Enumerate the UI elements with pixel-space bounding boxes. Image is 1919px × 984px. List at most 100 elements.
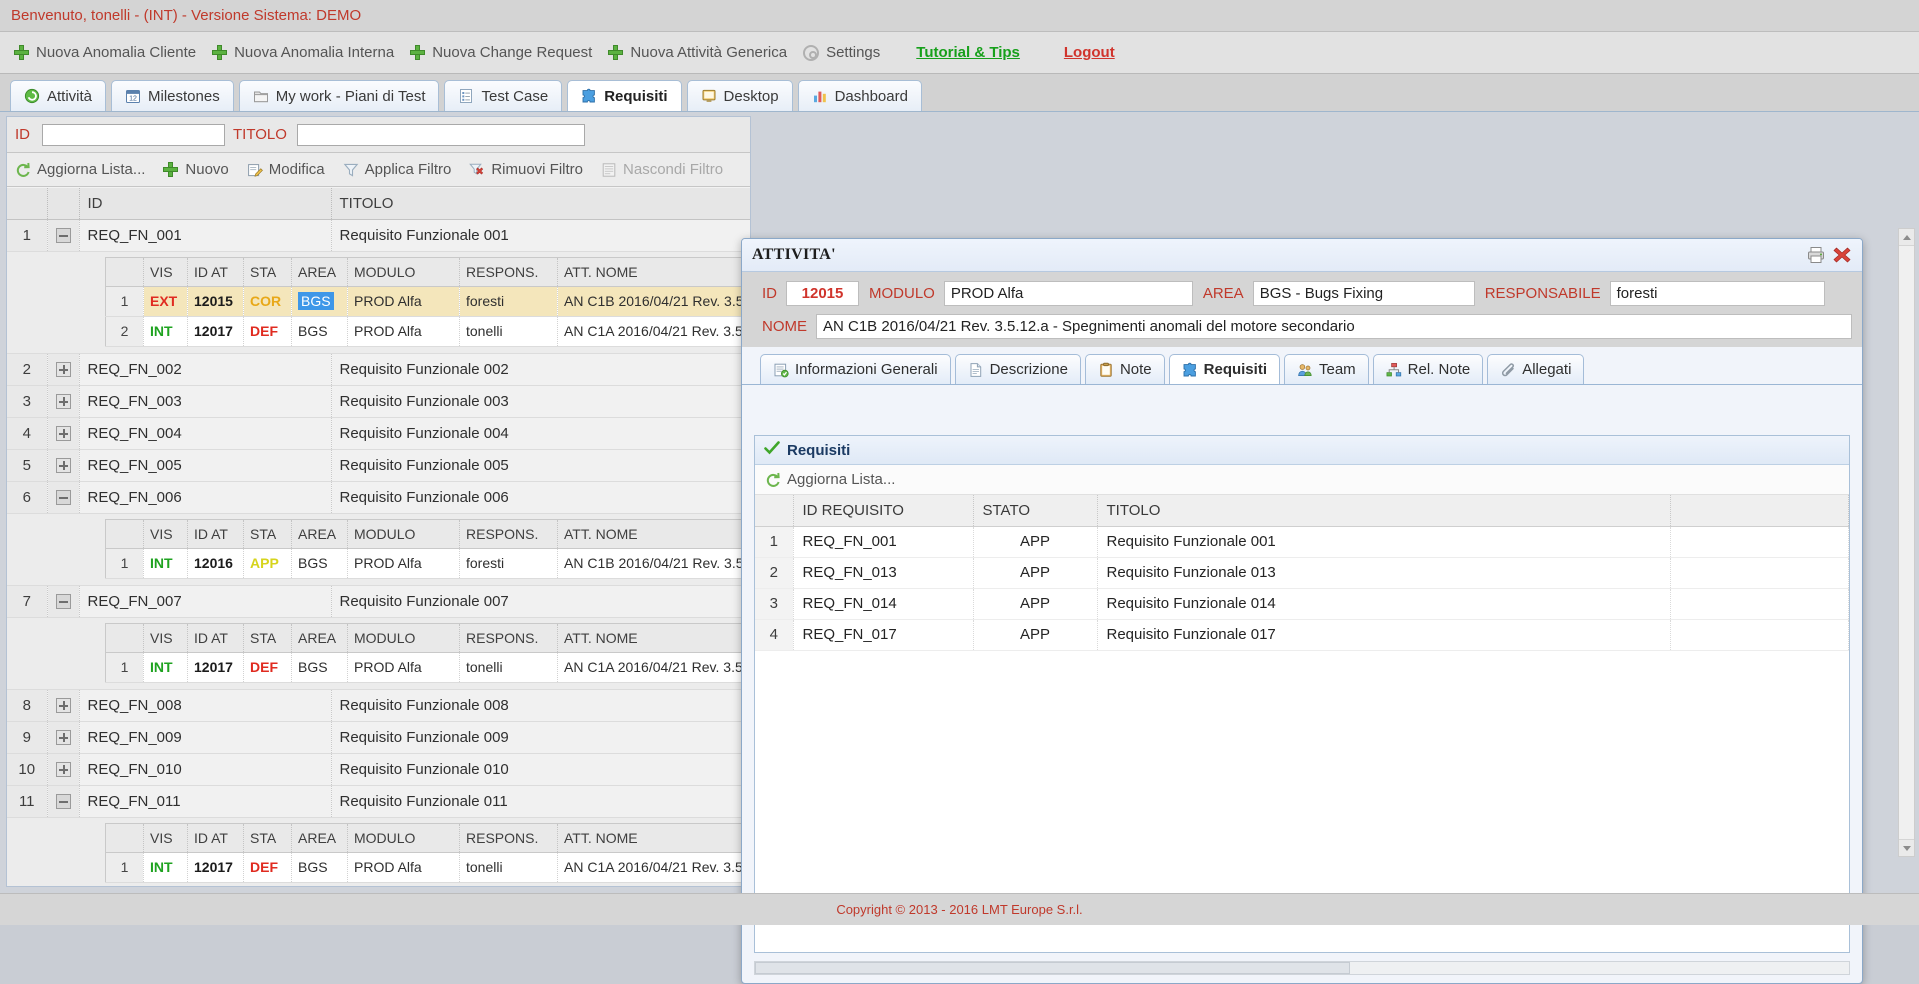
sub-row-number: 1: [105, 652, 144, 683]
table-row[interactable]: 11 REQ_FN_011 Requisito Funzionale 011: [7, 785, 750, 818]
dialog-tab-rel-note[interactable]: Rel. Note: [1372, 354, 1484, 384]
logout-link[interactable]: Logout: [1042, 44, 1137, 61]
tab-dashboard[interactable]: Dashboard: [797, 80, 922, 111]
dialog-tab-team[interactable]: Team: [1283, 354, 1369, 384]
collapse-icon[interactable]: [55, 594, 71, 610]
row-expander[interactable]: [47, 449, 80, 482]
sub-table-row[interactable]: 2 INT 12017 DEF BGS PROD Alfa tonelli AN C1A 20…: [105, 316, 750, 347]
command-nuovo[interactable]: Nuovo: [163, 161, 246, 178]
collapse-icon[interactable]: [55, 228, 71, 244]
action-4[interactable]: Nuova Attività Generica: [606, 44, 801, 61]
table-row[interactable]: 4 REQ_FN_004 Requisito Funzionale 004: [7, 417, 750, 450]
scroll-up-button[interactable]: [1899, 229, 1914, 246]
dialog-table-row[interactable]: 3 REQ_FN_014 APP Requisito Funzionale 014: [755, 588, 1849, 620]
dialog-table-row[interactable]: 2 REQ_FN_013 APP Requisito Funzionale 013: [755, 557, 1849, 589]
sub-cell-sta: DEF: [243, 316, 292, 347]
dialog-table-row[interactable]: 1 REQ_FN_001 APP Requisito Funzionale 001: [755, 526, 1849, 558]
action-3[interactable]: Nuova Change Request: [408, 44, 606, 61]
dialog-titlebar[interactable]: ATTIVITA': [742, 239, 1862, 272]
dialog-horizontal-scrollbar[interactable]: [754, 961, 1850, 975]
dialog-area-value[interactable]: BGS - Bugs Fixing: [1252, 281, 1475, 306]
requirements-grid-scroll[interactable]: ID TITOLO 1 REQ_FN_001 Requisito Funzional…: [7, 188, 750, 886]
expand-icon[interactable]: [55, 426, 71, 442]
table-row[interactable]: 6 REQ_FN_006 Requisito Funzionale 006: [7, 481, 750, 514]
action-label: Nuova Anomalia Cliente: [36, 44, 197, 61]
table-row[interactable]: 2 REQ_FN_002 Requisito Funzionale 002: [7, 353, 750, 386]
filter-id-input[interactable]: [42, 123, 225, 146]
command-modifica[interactable]: Modifica: [247, 161, 343, 178]
cell-titolo: Requisito Funzionale 005: [331, 449, 750, 482]
tab-test-case[interactable]: Test Case: [444, 80, 563, 111]
table-row[interactable]: 5 REQ_FN_005 Requisito Funzionale 005: [7, 449, 750, 482]
expand-icon[interactable]: [55, 762, 71, 778]
info-icon: [773, 362, 789, 378]
sub-table-cell: VIS ID AT STA AREA MODULO RESPONS. ATT. NOME 1 I…: [7, 617, 750, 690]
dialog-table-row[interactable]: 4 REQ_FN_017 APP Requisito Funzionale 017: [755, 619, 1849, 651]
command-applica-filtro[interactable]: Applica Filtro: [343, 161, 470, 178]
printer-icon[interactable]: [1806, 245, 1826, 265]
action-1[interactable]: Nuova Anomalia Cliente: [12, 44, 210, 61]
sub-table-row[interactable]: 1 INT 12017 DEF BGS PROD Alfa tonelli AN C1A 20…: [105, 852, 750, 883]
dialog-scroll-thumb[interactable]: [755, 962, 1350, 974]
row-expander[interactable]: [47, 353, 80, 386]
sub-table-row[interactable]: 1 INT 12016 APP BGS PROD Alfa foresti AN C1B 20…: [105, 548, 750, 579]
sub-cell-vis: INT: [143, 852, 188, 883]
collapse-icon[interactable]: [55, 794, 71, 810]
tab-label: Test Case: [481, 87, 549, 105]
tab-milestones[interactable]: 12 Milestones: [111, 80, 234, 111]
sub-table-row[interactable]: 1 EXT 12015 COR BGS PROD Alfa foresti AN C1B 20…: [105, 286, 750, 317]
scroll-down-button[interactable]: [1899, 839, 1914, 856]
row-expander[interactable]: [47, 721, 80, 754]
tab-attivit[interactable]: Attività: [10, 80, 107, 111]
dialog-tab-descrizione[interactable]: Descrizione: [954, 354, 1081, 384]
dialog-tab-note[interactable]: Note: [1084, 354, 1165, 384]
sub-table-cell: VIS ID AT STA AREA MODULO RESPONS. ATT. NOME 1 I…: [7, 817, 750, 886]
tab-desktop[interactable]: Desktop: [686, 80, 793, 111]
tutorial-tips-link[interactable]: Tutorial & Tips: [894, 44, 1042, 61]
expand-icon[interactable]: [55, 698, 71, 714]
dialog-tab-requisiti[interactable]: Requisiti: [1168, 354, 1280, 384]
row-expander[interactable]: [47, 385, 80, 418]
dialog-aggiorna-lista-button[interactable]: Aggiorna Lista...: [765, 471, 913, 488]
page-vertical-scrollbar[interactable]: [1898, 228, 1915, 857]
row-expander[interactable]: [47, 417, 80, 450]
command-rimuovi-filtro[interactable]: Rimuovi Filtro: [469, 161, 601, 178]
expand-icon[interactable]: [55, 394, 71, 410]
sub-table-row[interactable]: 1 INT 12017 DEF BGS PROD Alfa tonelli AN C1A 20…: [105, 652, 750, 683]
command-aggiorna-lista[interactable]: Aggiorna Lista...: [15, 161, 163, 178]
collapse-icon[interactable]: [55, 490, 71, 506]
row-expander[interactable]: [47, 219, 80, 252]
table-row[interactable]: 10 REQ_FN_010 Requisito Funzionale 010: [7, 753, 750, 786]
table-row[interactable]: 7 REQ_FN_007 Requisito Funzionale 007: [7, 585, 750, 618]
dialog-tab-informazioni-generali[interactable]: Informazioni Generali: [760, 354, 951, 384]
dialog-responsabile-value[interactable]: foresti: [1609, 281, 1825, 306]
dialog-modulo-value[interactable]: PROD Alfa: [943, 281, 1193, 306]
action-2[interactable]: Nuova Anomalia Interna: [210, 44, 408, 61]
filter-titolo-input[interactable]: [296, 123, 585, 146]
expand-icon[interactable]: [55, 458, 71, 474]
close-icon[interactable]: [1832, 245, 1852, 265]
cell-id: REQ_FN_004: [79, 417, 332, 450]
dialog-nome-label: NOME: [762, 318, 807, 335]
expand-icon[interactable]: [55, 730, 71, 746]
row-number: 5: [7, 449, 48, 482]
row-expander[interactable]: [47, 753, 80, 786]
table-row[interactable]: 8 REQ_FN_008 Requisito Funzionale 008: [7, 689, 750, 722]
row-expander[interactable]: [47, 689, 80, 722]
row-expander[interactable]: [47, 585, 80, 618]
sub-header-sta: STA: [243, 257, 292, 287]
row-expander[interactable]: [47, 785, 80, 818]
gear-icon: [803, 44, 820, 61]
tab-my-work-piani-di-test[interactable]: My work - Piani di Test: [238, 80, 440, 111]
table-row[interactable]: 3 REQ_FN_003 Requisito Funzionale 003: [7, 385, 750, 418]
action-5[interactable]: Settings: [801, 44, 894, 61]
table-row[interactable]: 9 REQ_FN_009 Requisito Funzionale 009: [7, 721, 750, 754]
expand-icon[interactable]: [55, 362, 71, 378]
tab-requisiti[interactable]: Requisiti: [567, 80, 682, 111]
requisiti-section-title: Requisiti: [787, 441, 851, 459]
dialog-nome-value[interactable]: AN C1B 2016/04/21 Rev. 3.5.12.a - Spegni…: [816, 314, 1852, 339]
row-expander[interactable]: [47, 481, 80, 514]
dialog-tab-allegati[interactable]: Allegati: [1487, 354, 1585, 384]
table-row[interactable]: 1 REQ_FN_001 Requisito Funzionale 001: [7, 219, 750, 252]
sub-header-area: AREA: [291, 519, 348, 549]
